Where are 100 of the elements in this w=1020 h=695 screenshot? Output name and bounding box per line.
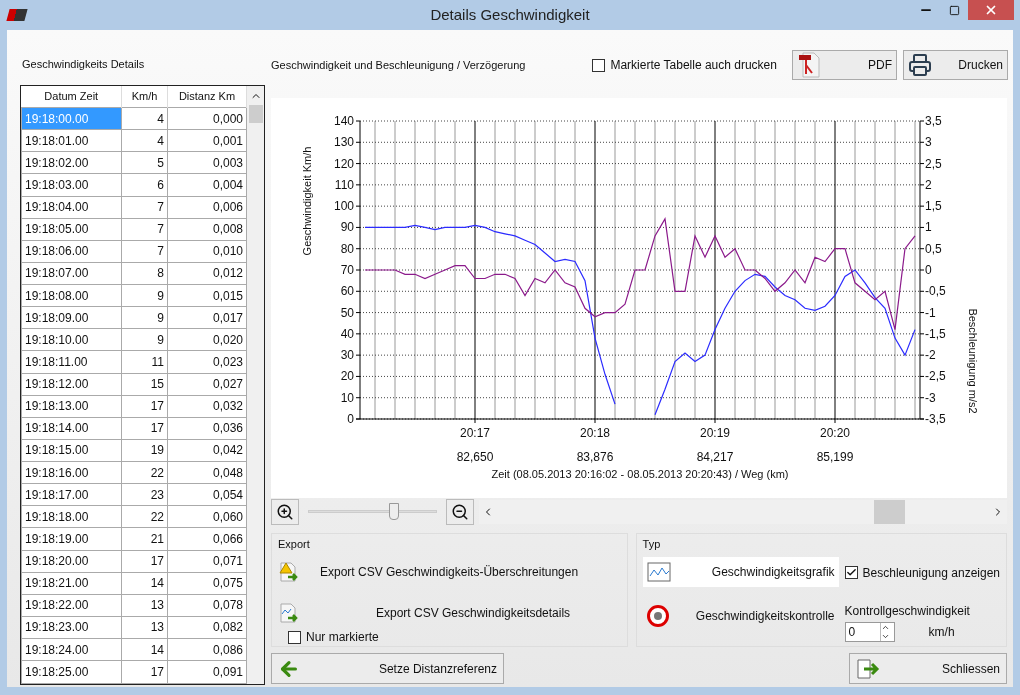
table-cell: 19:18:16.00 [21, 461, 122, 484]
vertical-scrollbar[interactable] [247, 85, 264, 684]
y-axis-label: 80 [340, 241, 354, 256]
table-cell: 0,008 [167, 218, 247, 241]
zoom-out-button[interactable] [446, 498, 474, 525]
table-cell: 19:18:13.00 [21, 395, 122, 418]
y2-axis-label: -3,5 [925, 412, 946, 426]
scrollbar-thumb[interactable] [248, 104, 263, 123]
table-cell: 19:18:17.00 [21, 483, 122, 506]
speed-sign-icon [646, 604, 669, 627]
table-cell: 19:18:14.00 [21, 417, 122, 440]
table-cell: 14 [121, 572, 168, 595]
table-cell: 7 [121, 196, 168, 219]
table-cell: 0,015 [167, 284, 247, 307]
close-dialog-button[interactable]: Schliessen [849, 653, 1007, 684]
exit-arrow-icon [856, 657, 880, 680]
table-cell: 19:18:23.00 [21, 616, 122, 639]
table-cell: 0,017 [167, 306, 247, 329]
table-cell: 22 [121, 505, 168, 528]
chart-type-option[interactable]: Geschwindigkeitskontrolle [642, 600, 839, 631]
chart-type-option[interactable]: Geschwindigkeitsgrafik [642, 556, 839, 587]
table-cell: 0,091 [167, 660, 247, 683]
table-cell: 7 [121, 218, 168, 241]
chart-export-icon [278, 601, 300, 624]
y2-axis-label: 2 [925, 177, 932, 192]
maximize-icon [948, 4, 960, 16]
export-button[interactable]: Export CSV Geschwindigkeitsdetails [278, 599, 621, 626]
control-speed-spinner[interactable]: 0 [844, 621, 895, 642]
table-cell: 0,027 [167, 373, 247, 396]
table-cell: 0,086 [167, 638, 247, 661]
table-cell: 19:18:00.00 [21, 107, 122, 130]
chart-heading: Geschwindigkeit und Beschleunigung / Verzögerung [271, 57, 526, 73]
y2-axis-label: -0,5 [925, 284, 946, 299]
table-cell: 0,075 [167, 572, 247, 595]
table-cell: 0,010 [167, 240, 247, 263]
table-cell: 0,082 [167, 616, 247, 639]
y-axis-label: 130 [333, 135, 354, 150]
line-chart-icon [646, 561, 671, 582]
control-speed-label: Kontrollgeschwindigkeit [844, 602, 971, 620]
slider-thumb[interactable] [389, 502, 400, 520]
table-cell: 9 [121, 284, 168, 307]
table-cell: 5 [121, 151, 168, 174]
y2-axis-label: 3,5 [925, 114, 942, 128]
table-cell: 22 [121, 461, 168, 484]
print-button[interactable]: Drucken [903, 50, 1008, 80]
table-cell: 17 [121, 550, 168, 573]
y2-axis-title: Beschleunigung m/s2 [967, 308, 979, 414]
distance-label: 84,217 [696, 450, 734, 464]
y-axis-label: 50 [340, 305, 354, 320]
export-button[interactable]: Export CSV Geschwindigkeits-Überschreitungen [278, 558, 621, 586]
y-axis-label: 100 [333, 199, 354, 214]
table-cell: 19:18:01.00 [21, 129, 122, 152]
y2-axis-label: -1 [925, 305, 936, 320]
y2-axis-label: 2,5 [925, 156, 942, 171]
pdf-button[interactable]: PDF [792, 50, 897, 80]
table-cell: 7 [121, 240, 168, 263]
set-reference-button[interactable]: Setze Distanzreferenz [271, 653, 504, 684]
y-axis-label: 120 [333, 156, 354, 171]
table-cell: 19:18:19.00 [21, 527, 122, 550]
unit-label: km/h [928, 623, 955, 641]
x-axis-label: 20:20 [820, 426, 850, 440]
y-axis-label: 60 [340, 284, 354, 299]
scrollbar-thumb[interactable] [874, 499, 905, 524]
table-cell: 0,001 [167, 129, 247, 152]
table-cell: 0,054 [167, 483, 247, 506]
table-cell: 19 [121, 439, 168, 462]
distance-label: 82,650 [456, 450, 494, 464]
y-axis-label: 140 [333, 114, 354, 128]
warning-export-icon [278, 560, 300, 583]
table-cell: 9 [121, 328, 168, 351]
table-cell: 0,023 [167, 350, 247, 373]
x-axis-title: Zeit (08.05.2013 20:16:02 - 08.05.2013 20:20:43) / Weg (km) [491, 468, 789, 480]
table-cell: 19:18:15.00 [21, 439, 122, 462]
table-cell: 8 [121, 262, 168, 285]
y-axis-label: 110 [334, 177, 354, 192]
table-cell: 19:18:03.00 [21, 173, 122, 196]
y-axis-label: 0 [347, 412, 354, 426]
table-cell: 19:18:21.00 [21, 572, 122, 595]
y-axis-label: 70 [340, 263, 354, 277]
table-cell: 0,048 [167, 461, 247, 484]
distance-label: 85,199 [816, 450, 854, 464]
column-header[interactable]: Km/h [121, 85, 168, 108]
table-heading: Geschwindigkeits Details [22, 57, 146, 72]
table-cell: 19:18:12.00 [21, 373, 122, 396]
table-cell: 0,020 [167, 328, 247, 351]
table-cell: 21 [121, 527, 168, 550]
y-axis-title: Geschwindigkeit Km/h [301, 146, 313, 256]
only-marked-checkbox[interactable]: Nur markierte [288, 628, 621, 646]
close-icon [984, 3, 998, 17]
print-marked-checkbox[interactable]: Markierte Tabelle auch drucken [592, 56, 777, 74]
table-cell: 19:18:09.00 [21, 306, 122, 329]
table-cell: 17 [121, 417, 168, 440]
zoom-in-button[interactable] [271, 498, 299, 525]
table-cell: 19:18:06.00 [21, 240, 122, 263]
table-cell: 0,006 [167, 196, 247, 219]
distance-label: 83,876 [576, 450, 614, 464]
column-header[interactable]: Distanz Km [167, 85, 247, 108]
table-cell: 4 [121, 107, 168, 130]
show-acceleration-checkbox[interactable]: Beschleunigung anzeigen [844, 563, 1000, 582]
table-cell: 19:18:02.00 [21, 151, 122, 174]
